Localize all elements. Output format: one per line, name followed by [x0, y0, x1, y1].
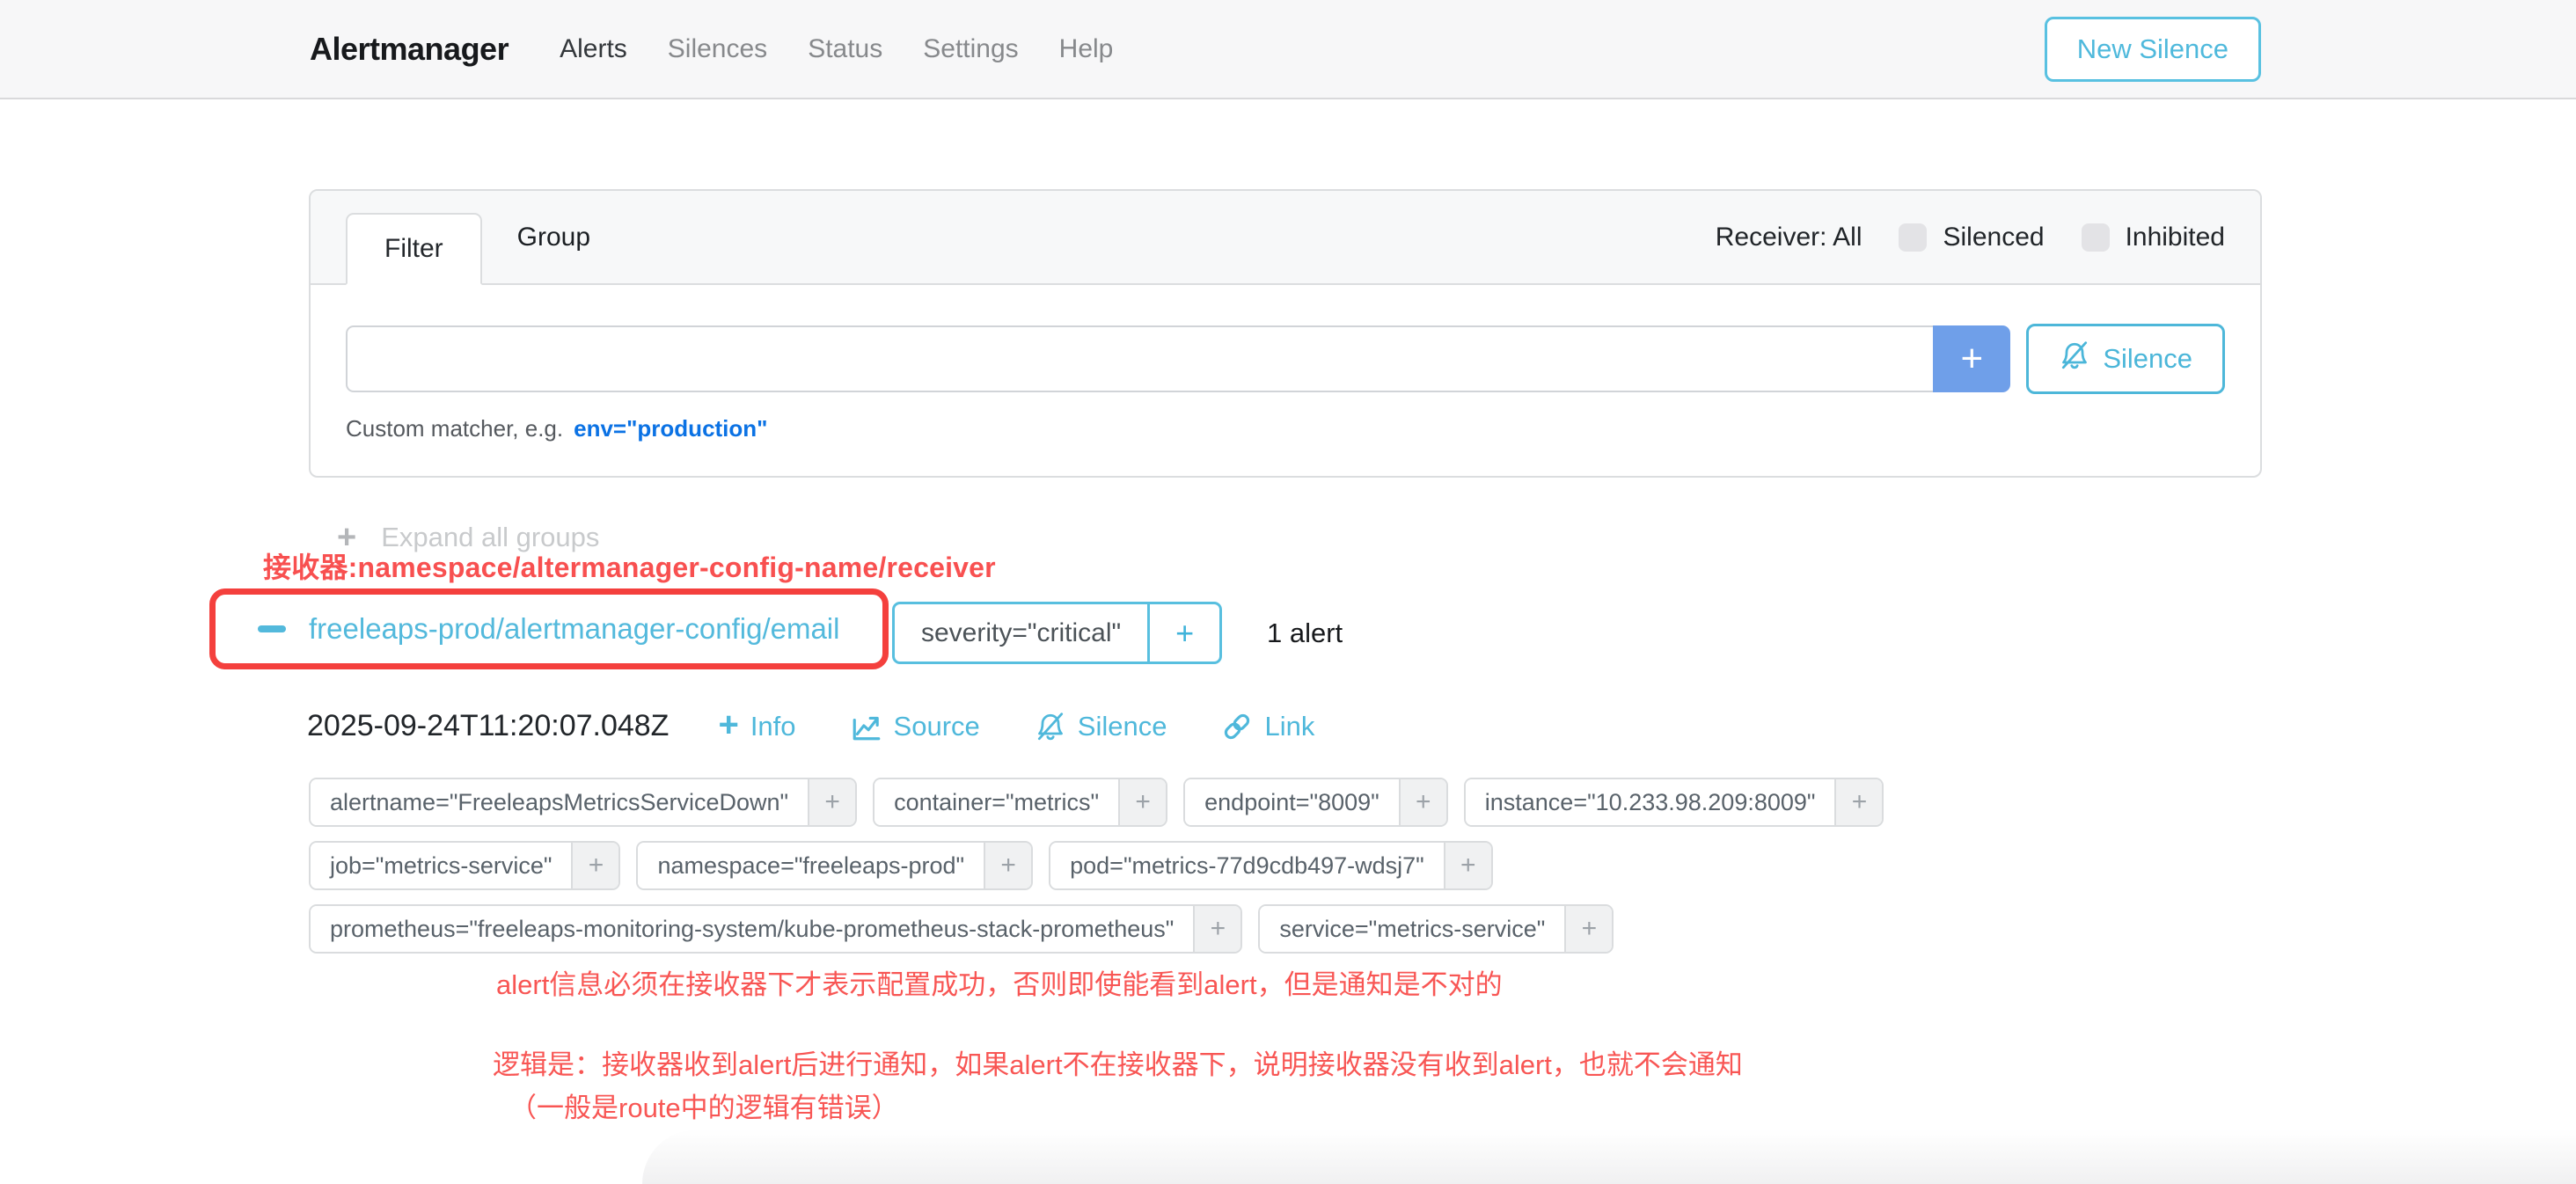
add-filter-button[interactable]: +: [1193, 906, 1240, 952]
silenced-label: Silenced: [1943, 223, 2044, 252]
silence-button[interactable]: Silence: [2026, 324, 2225, 394]
hint-example-link[interactable]: env="production": [574, 415, 767, 442]
annotation-note-2-line2: （一般是route中的逻辑有错误）: [493, 1086, 1743, 1129]
collapse-minus-icon: [258, 625, 286, 632]
inhibited-checkbox[interactable]: [2082, 223, 2110, 252]
group-matcher-button: severity="critical" +: [892, 602, 1222, 664]
filter-panel-body: + Silence Custom matcher, e.g. env="prod…: [311, 285, 2260, 442]
label-tag-service: service="metrics-service" +: [1258, 904, 1614, 954]
link-button-label: Link: [1264, 711, 1314, 742]
hint-text: Custom matcher, e.g.: [346, 415, 563, 442]
chart-icon: [851, 711, 882, 742]
tab-group[interactable]: Group: [482, 203, 626, 272]
alert-labels: alertname="FreeleapsMetricsServiceDown" …: [309, 778, 1884, 968]
nav-item-help[interactable]: Help: [1059, 34, 1114, 64]
filter-panel: Filter Group Receiver: All Silenced Inhi…: [309, 189, 2262, 478]
add-filter-button[interactable]: +: [984, 843, 1031, 888]
nav-item-alerts[interactable]: Alerts: [560, 34, 627, 64]
group-matcher-label[interactable]: severity="critical": [895, 604, 1147, 661]
label-tag-pod: pod="metrics-77d9cdb497-wdsj7" +: [1049, 841, 1493, 890]
label-text: alertname="FreeleapsMetricsServiceDown": [311, 779, 808, 825]
add-filter-button[interactable]: +: [808, 779, 855, 825]
bottom-window-shadow: [642, 1129, 2576, 1184]
bell-slash-icon: [1035, 711, 1066, 742]
receiver-filter[interactable]: Receiver: All: [1716, 223, 1862, 252]
add-filter-button[interactable]: +: [1399, 779, 1446, 825]
label-text: instance="10.233.98.209:8009": [1466, 779, 1835, 825]
annotation-highlight-box: freeleaps-prod/alertmanager-config/email: [209, 588, 889, 669]
chain-link-icon: [1221, 711, 1253, 742]
label-tag-container: container="metrics" +: [873, 778, 1167, 827]
label-row: prometheus="freeleaps-monitoring-system/…: [309, 904, 1884, 954]
add-filter-button[interactable]: +: [1444, 843, 1491, 888]
label-text: job="metrics-service": [311, 843, 571, 888]
app-title: Alertmanager: [310, 31, 509, 68]
filter-options: Receiver: All Silenced Inhibited: [1716, 191, 2225, 283]
silenced-checkbox[interactable]: [1899, 223, 1927, 252]
silenced-filter-group: Silenced: [1899, 223, 2044, 252]
label-text: endpoint="8009": [1185, 779, 1399, 825]
link-button[interactable]: Link: [1221, 711, 1314, 742]
annotation-note-2-line1: 逻辑是：接收器收到alert后进行通知，如果alert不在接收器下，说明接收器没…: [493, 1043, 1743, 1086]
inhibited-filter-group: Inhibited: [2082, 223, 2225, 252]
label-text: prometheus="freeleaps-monitoring-system/…: [311, 906, 1193, 952]
label-text: pod="metrics-77d9cdb497-wdsj7": [1050, 843, 1444, 888]
label-tag-prometheus: prometheus="freeleaps-monitoring-system/…: [309, 904, 1242, 954]
top-navbar: Alertmanager Alerts Silences Status Sett…: [0, 0, 2576, 99]
add-matcher-button[interactable]: +: [1933, 325, 2010, 392]
label-text: namespace="freeleaps-prod": [638, 843, 984, 888]
main-nav: Alerts Silences Status Settings Help: [560, 34, 1113, 64]
source-link[interactable]: Source: [851, 711, 980, 742]
info-button-label: Info: [750, 711, 796, 742]
annotation-receiver-note: 接收器:namespace/altermanager-config-name/r…: [263, 545, 996, 586]
nav-item-silences[interactable]: Silences: [668, 34, 767, 64]
alert-row-header: 2025-09-24T11:20:07.048Z + Info Source: [307, 709, 1314, 743]
silence-alert-button[interactable]: Silence: [1035, 711, 1167, 742]
silence-button-label: Silence: [2103, 343, 2192, 375]
add-filter-button[interactable]: +: [1834, 779, 1882, 825]
add-filter-button[interactable]: +: [571, 843, 618, 888]
matcher-hint: Custom matcher, e.g. env="production": [346, 415, 2225, 442]
bell-slash-icon: [2059, 340, 2090, 378]
label-row: alertname="FreeleapsMetricsServiceDown" …: [309, 778, 1884, 827]
label-text: container="metrics": [875, 779, 1118, 825]
label-row: job="metrics-service" + namespace="freel…: [309, 841, 1884, 890]
source-link-label: Source: [894, 711, 980, 742]
silence-alert-label: Silence: [1078, 711, 1167, 742]
receiver-group-link[interactable]: freeleaps-prod/alertmanager-config/email: [309, 612, 839, 646]
label-text: service="metrics-service": [1260, 906, 1564, 952]
tab-filter[interactable]: Filter: [346, 213, 482, 285]
label-tag-alertname: alertname="FreeleapsMetricsServiceDown" …: [309, 778, 857, 827]
annotation-note-2: 逻辑是：接收器收到alert后进行通知，如果alert不在接收器下，说明接收器没…: [493, 1043, 1743, 1129]
add-filter-button[interactable]: +: [1564, 906, 1612, 952]
alert-count: 1 alert: [1267, 602, 1343, 664]
new-silence-button[interactable]: New Silence: [2045, 17, 2261, 82]
group-matcher-add-button[interactable]: +: [1147, 604, 1219, 661]
alert-actions: + Info Source Silence: [718, 711, 1314, 742]
label-tag-namespace: namespace="freeleaps-prod" +: [636, 841, 1033, 890]
nav-item-settings[interactable]: Settings: [923, 34, 1018, 64]
inhibited-label: Inhibited: [2126, 223, 2225, 252]
nav-item-status[interactable]: Status: [808, 34, 882, 64]
label-tag-endpoint: endpoint="8009" +: [1183, 778, 1448, 827]
alert-timestamp: 2025-09-24T11:20:07.048Z: [307, 709, 669, 743]
plus-icon: +: [718, 707, 738, 742]
label-tag-job: job="metrics-service" +: [309, 841, 620, 890]
label-tag-instance: instance="10.233.98.209:8009" +: [1464, 778, 1884, 827]
annotation-note-1: alert信息必须在接收器下才表示配置成功，否则即使能看到alert，但是通知是…: [496, 962, 1503, 1002]
filter-panel-header: Filter Group Receiver: All Silenced Inhi…: [311, 191, 2260, 285]
info-button[interactable]: + Info: [718, 711, 795, 742]
add-filter-button[interactable]: +: [1118, 779, 1166, 825]
matcher-input[interactable]: [346, 325, 1933, 392]
